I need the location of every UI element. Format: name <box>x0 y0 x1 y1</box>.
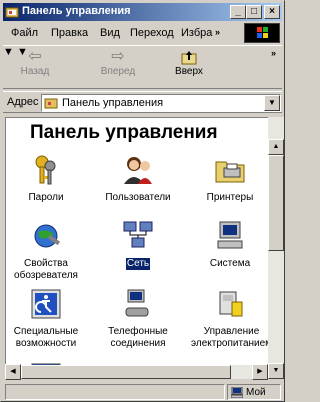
menu-bar: Файл Правка Вид Переход Избра » <box>3 23 282 43</box>
vertical-scrollbar[interactable]: ▲ ▼ <box>268 117 284 379</box>
forward-arrow-icon: ⇨ <box>111 48 125 65</box>
scroll-down-button[interactable]: ▼ <box>268 363 284 379</box>
item-passwords[interactable]: Пароли <box>6 152 86 204</box>
scroll-up-button[interactable]: ▲ <box>268 139 284 155</box>
item-internet-options[interactable]: Свойства обозревателя <box>6 218 86 282</box>
toolbar-overflow-chevron-icon[interactable]: » <box>271 48 276 58</box>
scroll-right-button[interactable]: ▶ <box>252 364 268 380</box>
item-label: Пароли <box>28 192 64 203</box>
toolbar: ⇦ Назад ▼ ⇨ Вперед ▼ Вверх » <box>3 45 282 89</box>
title-bar[interactable]: Панель управления _ □ × <box>3 3 282 21</box>
up-label: Вверх <box>175 66 203 77</box>
menu-file[interactable]: Файл <box>11 27 38 39</box>
page-title: Панель управления <box>30 122 218 143</box>
windows-logo-icon <box>244 23 280 43</box>
scroll-left-button[interactable]: ◀ <box>5 364 21 380</box>
keys-icon <box>35 155 56 185</box>
address-dropdown-button[interactable]: ▼ <box>264 95 280 111</box>
close-button[interactable]: × <box>264 5 280 19</box>
zone-pane: Мой <box>227 384 281 400</box>
control-panel-small-icon <box>44 98 58 109</box>
folder-view: Панель управления Пароли Пользователи Пр… <box>5 117 268 379</box>
forward-label: Вперед <box>100 66 136 77</box>
item-system[interactable]: Система <box>190 218 268 270</box>
vertical-scroll-thumb[interactable] <box>268 155 284 251</box>
forward-button[interactable]: ⇨ Вперед <box>93 48 143 86</box>
maximize-button[interactable]: □ <box>246 5 262 19</box>
dialup-icon <box>125 289 149 317</box>
zone-label: Мой <box>246 387 266 398</box>
minimize-button[interactable]: _ <box>230 5 246 19</box>
menu-view[interactable]: Вид <box>100 27 120 39</box>
status-pane <box>5 384 225 400</box>
item-label: Сеть <box>124 257 152 271</box>
power-icon <box>219 291 243 317</box>
address-bar: Адрес Панель управления ▼ <box>3 91 282 113</box>
network-icon <box>123 221 153 248</box>
item-network[interactable]: Сеть <box>98 218 178 271</box>
control-panel-icon <box>5 7 19 18</box>
menu-favorites[interactable]: Избра <box>181 27 212 39</box>
item-label: Телефонные соединения <box>108 326 168 349</box>
accessibility-icon <box>31 289 61 319</box>
internet-options-icon <box>34 224 61 248</box>
printer-folder-icon <box>215 161 245 183</box>
menu-overflow-chevron-icon[interactable]: » <box>215 27 220 37</box>
item-label: Система <box>209 258 251 269</box>
item-dialup[interactable]: Телефонные соединения <box>98 286 178 350</box>
status-bar: Мой <box>3 383 282 401</box>
horizontal-scroll-thumb[interactable] <box>21 365 231 379</box>
item-label: Пользователи <box>105 192 171 203</box>
item-users[interactable]: Пользователи <box>98 152 178 204</box>
back-button[interactable]: ⇦ Назад <box>13 48 57 86</box>
menu-go[interactable]: Переход <box>130 27 174 39</box>
address-label: Адрес <box>7 96 39 108</box>
address-value: Панель управления <box>62 97 164 109</box>
users-icon <box>124 157 152 184</box>
item-label: Принтеры <box>206 192 254 203</box>
back-arrow-icon: ⇦ <box>28 48 42 65</box>
item-label: Управление электропитанием <box>191 326 268 349</box>
computer-icon <box>217 221 243 249</box>
up-button[interactable]: Вверх <box>167 48 211 86</box>
item-label: Специальные возможности <box>13 326 79 349</box>
up-folder-icon <box>181 51 197 65</box>
back-label: Назад <box>20 66 50 77</box>
item-accessibility[interactable]: Специальные возможности <box>6 286 86 350</box>
item-printers[interactable]: Принтеры <box>190 152 268 204</box>
horizontal-scrollbar[interactable]: ◀ ▶ <box>5 364 268 380</box>
window-title: Панель управления <box>22 5 131 17</box>
menu-edit[interactable]: Правка <box>51 27 88 39</box>
explorer-window: Панель управления _ □ × Файл Правка Вид … <box>0 0 285 402</box>
item-power[interactable]: Управление электропитанием <box>190 286 268 350</box>
my-computer-icon <box>231 387 243 398</box>
address-field[interactable]: Панель управления ▼ <box>41 94 281 112</box>
item-label: Свойства обозревателя <box>14 258 78 281</box>
